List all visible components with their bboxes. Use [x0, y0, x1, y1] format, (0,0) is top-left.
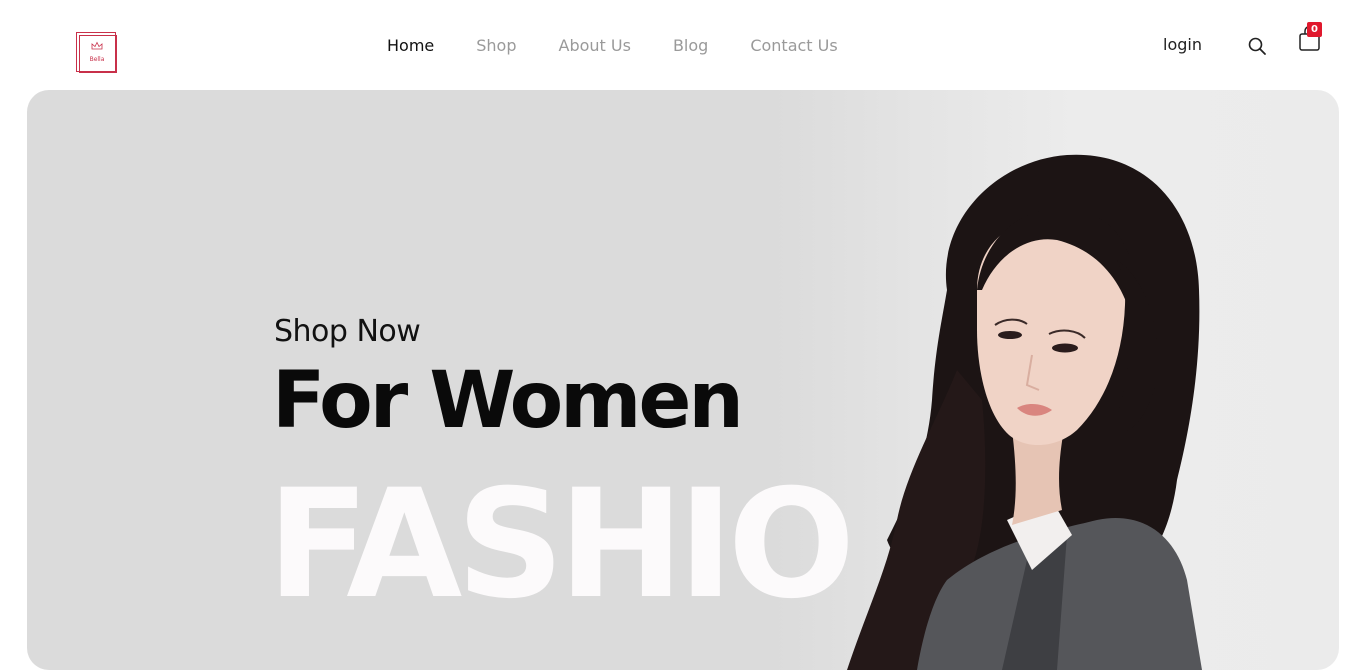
site-header: Bella Home Shop About Us Blog Contact Us…	[0, 0, 1366, 90]
cart-count-badge: 0	[1307, 22, 1322, 37]
crown-icon	[91, 41, 103, 50]
nav-contact-us[interactable]: Contact Us	[750, 36, 837, 60]
hero-banner: Shop Now For Women FASHIO	[27, 90, 1339, 670]
nav-about-us[interactable]: About Us	[559, 36, 631, 60]
brand-logo[interactable]: Bella	[76, 32, 118, 74]
hero-headline: For Women	[272, 356, 744, 446]
nav-blog[interactable]: Blog	[673, 36, 708, 60]
hero-kicker[interactable]: Shop Now	[274, 314, 421, 349]
hero-background-word: FASHIO	[267, 458, 855, 632]
search-icon[interactable]	[1247, 36, 1267, 56]
nav-shop[interactable]: Shop	[476, 36, 516, 60]
main-nav: Home Shop About Us Blog Contact Us	[387, 36, 838, 60]
model-photo	[847, 154, 1202, 670]
nav-home[interactable]: Home	[387, 36, 434, 60]
login-link[interactable]: login	[1163, 35, 1202, 54]
logo-text: Bella	[89, 56, 105, 63]
